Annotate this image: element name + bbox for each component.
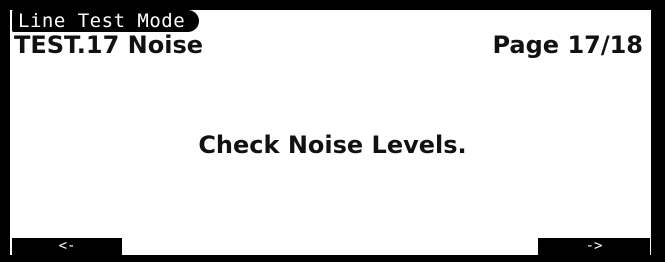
page-indicator: Page 17/18 xyxy=(492,31,643,59)
frame-border-top xyxy=(0,0,665,10)
next-softkey[interactable]: -> xyxy=(538,238,650,255)
instruction-message: Check Noise Levels. xyxy=(198,131,467,159)
lcd-screen: Line Test Mode TEST.17 Noise Page 17/18 … xyxy=(0,0,665,262)
previous-softkey[interactable]: <- xyxy=(12,238,122,255)
test-title: TEST.17 Noise xyxy=(14,31,204,59)
frame-border-bottom xyxy=(0,255,665,262)
